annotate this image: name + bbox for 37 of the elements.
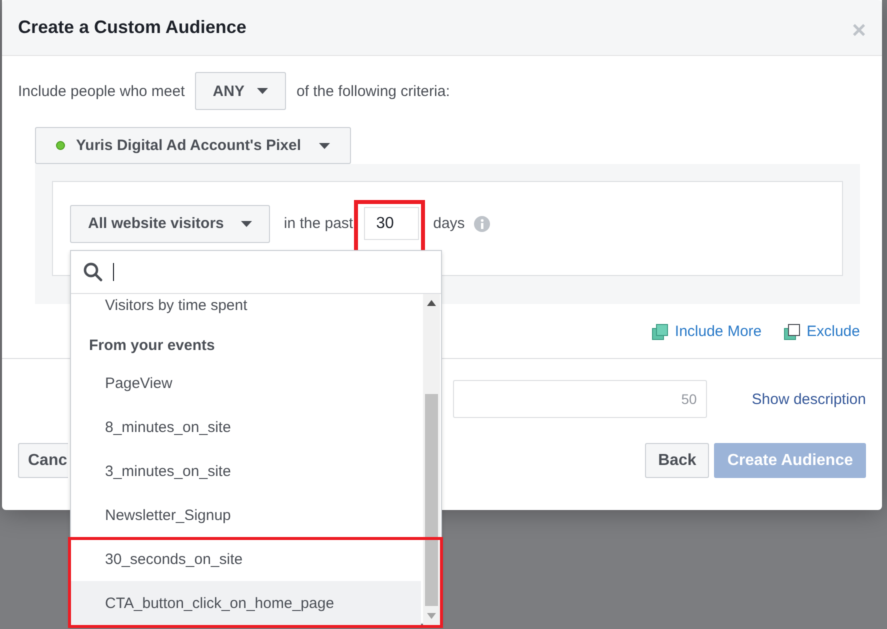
info-icon[interactable]	[474, 216, 490, 232]
stacked-squares-icon	[652, 324, 668, 340]
criteria-label: Include people who meet	[18, 82, 185, 100]
scroll-thumb[interactable]	[425, 394, 438, 606]
days-field[interactable]: 30	[364, 207, 420, 240]
search-icon	[83, 262, 103, 282]
dropdown-option[interactable]: Visitors by time spent	[71, 290, 421, 327]
pixel-dropdown[interactable]: Yuris Digital Ad Account's Pixel	[35, 127, 352, 164]
scroll-up-icon[interactable]	[427, 300, 436, 306]
dropdown-option[interactable]: CTA_button_click_on_home_page	[71, 581, 421, 625]
caret-icon	[319, 142, 330, 148]
stacked-squares-icon	[784, 324, 800, 340]
group-header: From your events	[88, 336, 216, 356]
dialog-title: Create a Custom Audience	[18, 17, 246, 38]
link-label: Include More	[674, 323, 762, 340]
scroll-down-icon[interactable]	[427, 613, 436, 619]
scrollbar[interactable]	[423, 294, 440, 625]
exclude-link[interactable]: Exclude	[784, 323, 860, 340]
dialog-button[interactable]: Back	[645, 443, 710, 478]
audience-dropdown[interactable]: All website visitors	[70, 204, 270, 242]
include-more-link[interactable]: Include More	[652, 323, 762, 340]
match-dropdown[interactable]: ANY	[194, 72, 286, 110]
rule-label: days	[433, 215, 465, 232]
dropdown-option[interactable]: 8_minutes_on_site	[71, 405, 421, 449]
dropdown-option[interactable]: Newsletter_Signup	[71, 493, 421, 537]
search-field[interactable]	[71, 251, 441, 294]
char-counter: 50	[681, 391, 697, 407]
dropdown-option[interactable]: PageView	[71, 361, 421, 405]
link-label: Exclude	[806, 323, 860, 340]
caret-icon	[240, 220, 252, 226]
criteria-label: of the following criteria:	[296, 82, 450, 100]
rule-label: in the past	[284, 215, 354, 232]
dropdown-option[interactable]: 3_minutes_on_site	[71, 449, 421, 493]
show-description-link[interactable]: Show description	[752, 390, 866, 408]
caret-icon	[257, 88, 268, 94]
dropdown-option[interactable]: 30_seconds_on_site	[71, 537, 421, 581]
dialog-button[interactable]: Canc	[18, 443, 68, 478]
